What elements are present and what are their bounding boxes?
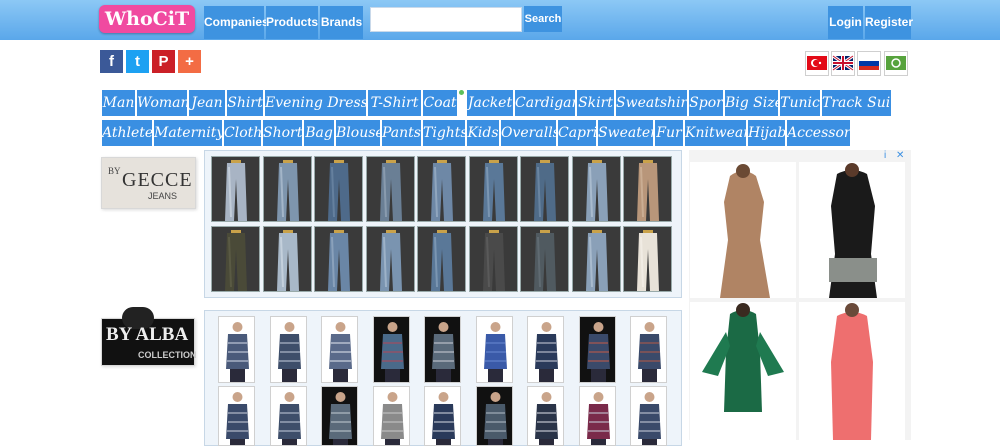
category-short[interactable]: Short — [263, 120, 302, 146]
category-sweatshirt[interactable]: Sweatshirt — [616, 90, 687, 116]
product-thumbnail[interactable] — [211, 156, 260, 222]
new-indicator-dot — [459, 90, 464, 95]
product-thumbnail[interactable] — [314, 226, 363, 292]
category-hijab[interactable]: Hijab — [748, 120, 785, 146]
product-thumbnail[interactable] — [365, 156, 415, 222]
nav-brands[interactable]: Brands — [320, 6, 363, 39]
product-thumbnail[interactable] — [520, 226, 569, 292]
product-thumbnail[interactable] — [262, 156, 312, 222]
product-thumbnail[interactable] — [372, 386, 410, 446]
product-thumbnail[interactable] — [218, 316, 255, 383]
category-kids[interactable]: Kids — [467, 120, 499, 146]
category-skirt[interactable]: Skirt — [577, 90, 614, 116]
product-thumbnail[interactable] — [468, 226, 518, 292]
category-t-shirt[interactable]: T-Shirt — [368, 90, 421, 116]
search-button[interactable]: Search — [524, 6, 562, 32]
category-evening-dresses[interactable]: Evening Dresses — [265, 90, 366, 116]
product-thumbnail[interactable] — [365, 226, 415, 292]
product-thumbnail[interactable] — [218, 386, 255, 446]
product-thumbnail[interactable] — [262, 226, 312, 292]
category-tights[interactable]: Tights — [423, 120, 465, 146]
login-button[interactable]: Login — [828, 6, 863, 39]
product-thumbnail[interactable] — [475, 316, 513, 383]
product-thumbnail[interactable] — [424, 386, 461, 446]
ad-image-green-dress[interactable] — [690, 302, 796, 440]
category-maternity[interactable]: Maternity — [154, 120, 222, 146]
product-thumbnail[interactable] — [623, 156, 672, 222]
brand-logo-sub: COLLECTION — [138, 350, 197, 360]
russian-flag-icon[interactable] — [857, 51, 881, 76]
product-thumbnail[interactable] — [424, 316, 461, 383]
ad-image-beige-dress[interactable] — [690, 162, 796, 298]
category-cardigan[interactable]: Cardigan — [515, 90, 575, 116]
nav-products[interactable]: Products — [266, 6, 318, 39]
category-pants[interactable]: Pants — [382, 120, 421, 146]
product-thumbnail[interactable] — [468, 156, 518, 222]
category-bag[interactable]: Bag — [304, 120, 334, 146]
product-thumbnail[interactable] — [475, 386, 513, 446]
nav-companies[interactable]: Companies — [204, 6, 269, 39]
english-flag-icon[interactable] — [831, 51, 855, 76]
product-thumbnail[interactable] — [630, 316, 667, 383]
facebook-icon[interactable]: f — [100, 50, 123, 73]
brand-logo-prefix: BY — [108, 166, 121, 176]
category-woman[interactable]: Woman — [137, 90, 187, 116]
category-accessory[interactable]: Accessory — [787, 120, 850, 146]
product-thumbnail[interactable] — [321, 386, 358, 446]
product-thumbnail[interactable] — [372, 316, 410, 383]
category-overalls[interactable]: Overalls — [501, 120, 556, 146]
product-thumbnail[interactable] — [211, 226, 260, 292]
arabic-flag-icon[interactable] — [884, 51, 908, 76]
category-spor[interactable]: Spor — [689, 90, 723, 116]
product-thumbnail[interactable] — [269, 386, 307, 446]
advertisement[interactable]: i ✕ — [689, 150, 911, 440]
category-fur[interactable]: Fur — [655, 120, 683, 146]
brand-logo-gecce[interactable]: BY GECCE JEANS — [101, 157, 196, 209]
site-logo[interactable]: WhoCiT — [99, 5, 195, 33]
product-thumbnail[interactable] — [314, 156, 363, 222]
brand-logo-name: GECCE — [122, 169, 193, 191]
brand-logo-name: BY ALBA — [106, 324, 189, 345]
product-thumbnail[interactable] — [269, 316, 307, 383]
share-plus-icon[interactable]: + — [178, 50, 201, 73]
category-man[interactable]: Man — [102, 90, 135, 116]
category-jean[interactable]: Jean — [189, 90, 225, 116]
category-track-suit[interactable]: Track Suit — [822, 90, 891, 116]
category-capri[interactable]: Capri — [558, 120, 596, 146]
ad-close-icon[interactable]: ✕ — [896, 150, 904, 161]
twitter-icon[interactable]: t — [126, 50, 149, 73]
product-thumbnail[interactable] — [623, 226, 672, 292]
ad-image-black-dress[interactable] — [799, 162, 905, 298]
category-sweater[interactable]: Sweater — [598, 120, 653, 146]
category-jacket[interactable]: Jacket — [467, 90, 513, 116]
brand-logo-sub: JEANS — [148, 191, 178, 201]
category-athlete[interactable]: Athlete — [102, 120, 152, 146]
search-input[interactable] — [370, 7, 522, 32]
product-thumbnail[interactable] — [571, 226, 621, 292]
brand-logo-by-alba[interactable]: BY ALBA COLLECTION — [101, 307, 197, 366]
product-thumbnail[interactable] — [571, 156, 621, 222]
product-thumbnail[interactable] — [527, 316, 564, 383]
turkish-flag-icon[interactable] — [805, 51, 829, 76]
product-thumbnail[interactable] — [417, 156, 466, 222]
pinterest-icon[interactable]: P — [152, 50, 175, 73]
product-thumbnail[interactable] — [578, 386, 616, 446]
product-thumbnail[interactable] — [321, 316, 358, 383]
category-coat[interactable]: Coat — [423, 90, 457, 116]
category-blouse[interactable]: Blouse — [336, 120, 380, 146]
register-button[interactable]: Register — [865, 6, 913, 39]
ad-image-pink-dress[interactable] — [799, 302, 905, 440]
product-thumbnail[interactable] — [527, 386, 564, 446]
product-thumbnail[interactable] — [630, 386, 667, 446]
category-cloth[interactable]: Cloth — [224, 120, 261, 146]
category-tunic[interactable]: Tunic — [780, 90, 820, 116]
category-knitwear[interactable]: Knitwear — [685, 120, 746, 146]
ad-info-icon[interactable]: i — [884, 150, 886, 161]
category-shirt[interactable]: Shirt — [227, 90, 263, 116]
category-big-size[interactable]: Big Size — [725, 90, 778, 116]
product-thumbnail[interactable] — [578, 316, 616, 383]
product-thumbnail[interactable] — [417, 226, 466, 292]
product-thumbnail[interactable] — [520, 156, 569, 222]
